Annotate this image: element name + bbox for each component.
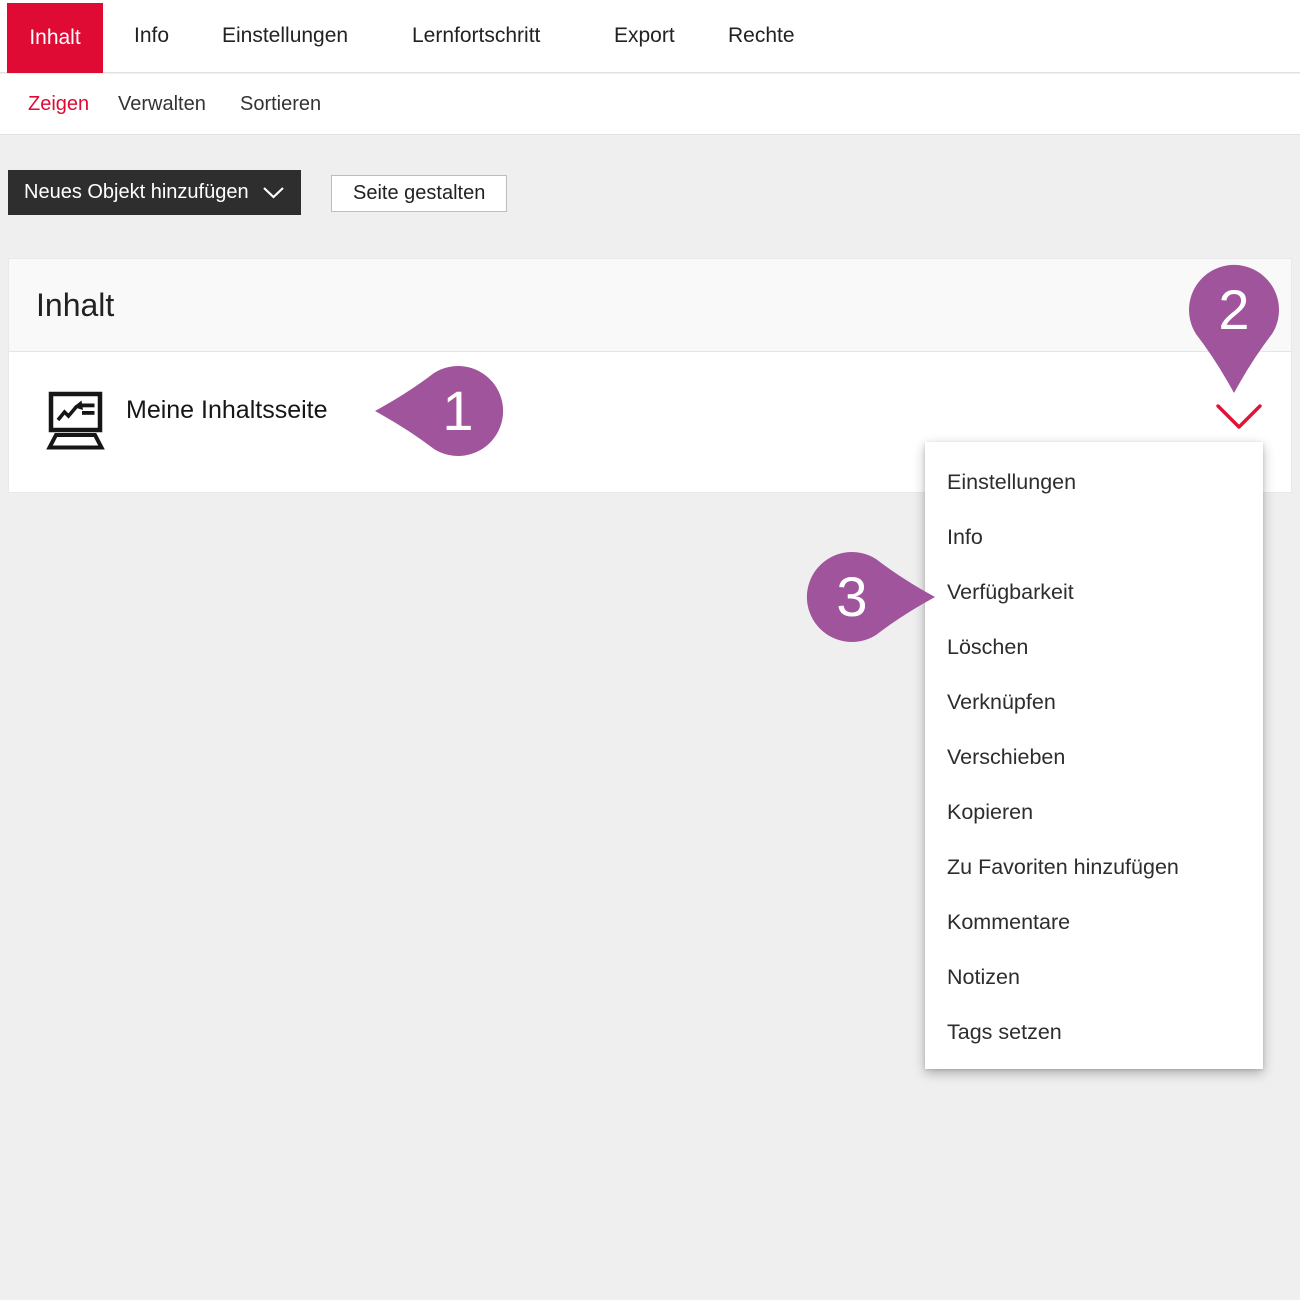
tab-lernfortschritt[interactable]: Lernfortschritt xyxy=(412,0,540,72)
item-actions-toggle[interactable] xyxy=(1214,400,1264,434)
menu-item-kommentare[interactable]: Kommentare xyxy=(925,895,1263,950)
content-page-icon xyxy=(43,390,107,455)
tutorial-marker-3: 3 xyxy=(802,547,902,680)
item-link-meine-inhaltsseite[interactable]: Meine Inhaltsseite xyxy=(126,396,328,425)
menu-item-verknuepfen[interactable]: Verknüpfen xyxy=(925,675,1263,730)
tab-info[interactable]: Info xyxy=(134,0,169,72)
menu-item-notizen[interactable]: Notizen xyxy=(925,950,1263,1005)
subtab-zeigen[interactable]: Zeigen xyxy=(28,74,89,134)
chevron-down-icon xyxy=(1215,402,1263,432)
marker-number: 3 xyxy=(802,547,902,647)
menu-item-tags-setzen[interactable]: Tags setzen xyxy=(925,1005,1263,1060)
page-design-button-label: Seite gestalten xyxy=(353,182,485,205)
menu-item-verschieben[interactable]: Verschieben xyxy=(925,730,1263,785)
menu-item-kopieren[interactable]: Kopieren xyxy=(925,785,1263,840)
menu-item-loeschen[interactable]: Löschen xyxy=(925,620,1263,675)
add-object-button[interactable]: Neues Objekt hinzufügen xyxy=(8,170,301,215)
chevron-down-icon xyxy=(262,185,285,200)
page-design-button[interactable]: Seite gestalten xyxy=(331,175,507,212)
tab-bar: Inhalt Info Einstellungen Lernfortschrit… xyxy=(0,0,1300,73)
menu-item-einstellungen[interactable]: Einstellungen xyxy=(925,455,1263,510)
panel-title: Inhalt xyxy=(36,287,114,324)
subtab-bar: Zeigen Verwalten Sortieren xyxy=(0,74,1300,135)
marker-pin-right-icon xyxy=(802,547,935,647)
menu-item-verfuegbarkeit[interactable]: Verfügbarkeit xyxy=(925,565,1263,620)
tab-export[interactable]: Export xyxy=(614,0,675,72)
content-panel-header: Inhalt xyxy=(9,259,1291,352)
tab-inhalt[interactable]: Inhalt xyxy=(7,3,103,73)
menu-item-zu-favoriten-hinzufuegen[interactable]: Zu Favoriten hinzufügen xyxy=(925,840,1263,895)
add-object-button-label: Neues Objekt hinzufügen xyxy=(24,181,249,204)
item-actions-dropdown: Einstellungen Info Verfügbarkeit Löschen… xyxy=(925,442,1263,1069)
tab-rechte[interactable]: Rechte xyxy=(728,0,795,72)
subtab-sortieren[interactable]: Sortieren xyxy=(240,74,321,134)
subtab-verwalten[interactable]: Verwalten xyxy=(118,74,206,134)
menu-item-info[interactable]: Info xyxy=(925,510,1263,565)
tab-einstellungen[interactable]: Einstellungen xyxy=(222,0,348,72)
